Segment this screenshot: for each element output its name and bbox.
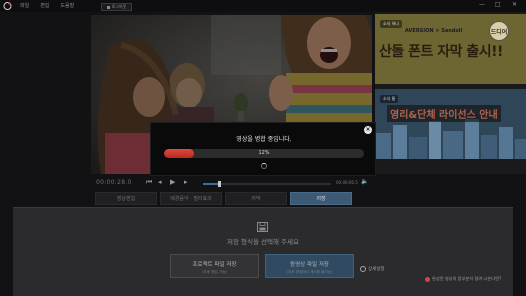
- ad-tag: 소식 하나: [380, 20, 402, 28]
- app-logo-icon: [3, 2, 12, 10]
- seek-progress: [203, 183, 219, 185]
- player-controls: 00:00:28.0 ⏮ ◂ ▶ ▸ 00:00:06.5 🔈: [91, 175, 372, 191]
- help-link[interactable]: 완성된 영상의 탑부분이 잘려 나온다면?: [425, 276, 501, 282]
- total-time: 00:00:06.5: [336, 180, 358, 185]
- save-disk-icon: [257, 222, 268, 232]
- seek-handle[interactable]: [218, 181, 222, 187]
- save-video-label: 동영상 파일 저장: [290, 262, 329, 268]
- ad-title: 영리&단체 라이선스 안내: [387, 105, 501, 122]
- minimize-icon[interactable]: —: [479, 1, 485, 9]
- city-skyline-image: [375, 119, 526, 159]
- progress-percent: 12%: [258, 150, 270, 156]
- save-video-button[interactable]: 동영상 파일 저장 (추후 편집에서 재사용 불가능): [265, 254, 354, 278]
- ad-badge: 드디어: [489, 21, 509, 41]
- loading-spinner-icon: [261, 163, 267, 169]
- save-project-label: 프로젝트 파일 저장: [192, 262, 237, 268]
- maximize-icon[interactable]: □: [495, 1, 501, 9]
- save-project-sub: (추후 편집 가능): [202, 270, 227, 274]
- tab-save[interactable]: 저장: [290, 192, 352, 205]
- close-icon[interactable]: ×: [364, 126, 372, 134]
- menu-edit[interactable]: 편집: [40, 2, 49, 10]
- save-video-sub: (추후 편집에서 재사용 불가능): [286, 270, 333, 274]
- seek-bar[interactable]: [203, 181, 331, 187]
- save-project-button[interactable]: 프로젝트 파일 저장 (추후 편집 가능): [170, 254, 259, 278]
- logout-button[interactable]: 로그아웃: [101, 3, 132, 11]
- help-text: 완성된 영상의 탑부분이 잘려 나온다면?: [432, 276, 502, 281]
- detail-settings-button[interactable]: 상세설정: [360, 266, 385, 272]
- user-icon: [106, 5, 110, 9]
- app-window: 파일 편집 도움말 로그아웃 — □ ✕ 소식 하나 AVERSION × Sa…: [0, 0, 526, 296]
- dialog-title: 영상을 병합 중입니다.: [236, 136, 292, 143]
- detail-settings-label: 상세설정: [368, 267, 385, 272]
- ad-brand: AVERSION × Sandoll: [405, 28, 463, 34]
- ad-tag: 소식 둘: [380, 95, 399, 103]
- ad-banner-font[interactable]: 소식 하나 AVERSION × Sandoll 드디어 산돌 폰트 자막 출시…: [375, 14, 526, 84]
- logout-label: 로그아웃: [111, 4, 127, 9]
- skip-back-icon[interactable]: ⏮: [146, 178, 152, 187]
- merge-progress-dialog: 영상을 병합 중입니다. × 12%: [150, 122, 376, 176]
- ad-title: 산돌 폰트 자막 출시!!: [379, 44, 503, 60]
- tab-video-edit[interactable]: 영상편집: [95, 192, 157, 205]
- current-time: 00:00:28.0: [96, 179, 132, 186]
- help-icon: [425, 276, 430, 282]
- gear-icon: [360, 266, 366, 272]
- volume-icon[interactable]: 🔈: [361, 178, 368, 185]
- tab-subtitle[interactable]: 자막: [225, 192, 287, 205]
- menu-file[interactable]: 파일: [20, 2, 29, 10]
- editor-tabs: 영상편집 배경음악 · 필터효과 자막 저장: [95, 192, 352, 206]
- ad-banner-license[interactable]: 소식 둘 영리&단체 라이선스 안내: [375, 89, 526, 159]
- save-panel: 저장 형식을 선택해 주세요 프로젝트 파일 저장 (추후 편집 가능) 동영상…: [13, 207, 513, 296]
- merge-progress-bar: 12%: [164, 149, 364, 158]
- play-icon[interactable]: ▶: [170, 178, 175, 187]
- close-icon[interactable]: ✕: [512, 1, 517, 9]
- title-bar: 파일 편집 도움말 로그아웃 — □ ✕: [0, 0, 526, 12]
- step-back-icon[interactable]: ◂: [158, 178, 162, 187]
- tab-music-filter[interactable]: 배경음악 · 필터효과: [160, 192, 222, 205]
- menu-bar: 파일 편집 도움말: [20, 2, 74, 10]
- save-prompt: 저장 형식을 선택해 주세요: [227, 238, 299, 246]
- menu-help[interactable]: 도움말: [60, 2, 74, 10]
- step-forward-icon[interactable]: ▸: [184, 178, 188, 187]
- ad-panel: 소식 하나 AVERSION × Sandoll 드디어 산돌 폰트 자막 출시…: [375, 12, 526, 174]
